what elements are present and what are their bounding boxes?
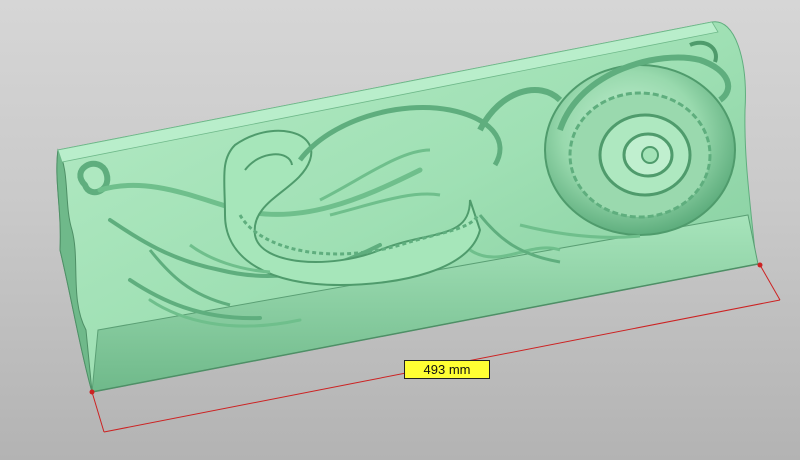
moulding-model[interactable] (56, 21, 759, 393)
scan-scene (56, 21, 781, 433)
3d-viewport[interactable]: 493 mm (0, 0, 800, 460)
measurement-label: 493 mm (404, 360, 490, 379)
measurement-leader-right (759, 264, 781, 301)
measurement-point-end[interactable] (757, 262, 763, 268)
measurement-leader-left (91, 391, 105, 433)
measurement-point-start[interactable] (89, 389, 95, 395)
